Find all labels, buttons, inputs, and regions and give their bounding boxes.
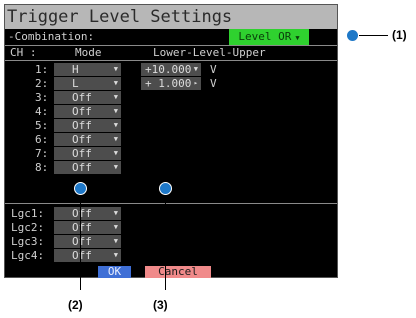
window-title: Trigger Level Settings [5, 5, 337, 29]
callout-line-3 [165, 195, 166, 290]
chevron-down-icon: ▼ [113, 251, 118, 259]
level-value: + 1.000 [145, 77, 192, 90]
unit-label: V [210, 77, 217, 90]
mode-value: Off [72, 105, 92, 118]
trigger-level-screen: Trigger Level Settings -Combination: Lev… [4, 4, 338, 278]
mode-value: Off [72, 133, 92, 146]
channel-3-mode-dropdown[interactable]: Off ▼ [54, 91, 121, 104]
channel-label: 7: [35, 147, 49, 160]
chevron-down-icon: ▼ [295, 34, 300, 42]
callout-line-2 [80, 195, 81, 290]
combination-label: -Combination: [8, 30, 95, 43]
channel-7-mode-dropdown[interactable]: Off ▼ [54, 147, 121, 160]
channel-label: 5: [35, 119, 49, 132]
logic-label: Lgc1: [11, 207, 45, 220]
header-level: Lower-Level-Upper [153, 46, 266, 59]
chevron-down-icon: ▼ [113, 223, 118, 231]
combination-dropdown[interactable]: Level OR ▼ [229, 29, 309, 45]
header-bottom-divider [5, 60, 337, 61]
channel-2-mode-dropdown[interactable]: L ▼ [54, 77, 121, 90]
channel-1-mode-dropdown[interactable]: H ▼ [54, 63, 121, 76]
channel-label: 4: [35, 105, 49, 118]
combination-value: Level OR [238, 30, 292, 43]
channel-1-level-field[interactable]: +10.000 ▼ [141, 63, 201, 76]
callout-marker-3 [159, 182, 172, 195]
header-ch: CH : [10, 46, 37, 59]
chevron-down-icon: ▼ [113, 107, 118, 115]
cancel-button[interactable]: Cancel [145, 266, 211, 278]
chevron-down-icon: ▼ [113, 135, 118, 143]
channel-label: 3: [35, 91, 49, 104]
channel-label: 8: [35, 161, 49, 174]
logic-4-dropdown[interactable]: Off ▼ [54, 249, 121, 262]
callout-marker-1 [346, 29, 359, 42]
chevron-down-icon: ▼ [113, 79, 118, 87]
callout-label-2: (2) [68, 298, 83, 312]
logic-3-dropdown[interactable]: Off ▼ [54, 235, 121, 248]
channel-8-mode-dropdown[interactable]: Off ▼ [54, 161, 121, 174]
chevron-down-icon: ▼ [113, 163, 118, 171]
chevron-down-icon: ▼ [113, 237, 118, 245]
logic-label: Lgc3: [11, 235, 45, 248]
channel-label: 1: [35, 63, 49, 76]
chevron-right-icon: ▸ [193, 79, 198, 87]
logic-1-dropdown[interactable]: Off ▼ [54, 207, 121, 220]
logic-label: Lgc2: [11, 221, 45, 234]
callout-label-1: (1) [392, 28, 407, 42]
level-value: +10.000 [145, 63, 192, 76]
chevron-down-icon: ▼ [113, 209, 118, 217]
mode-value: Off [72, 221, 92, 234]
channel-2-level-field[interactable]: + 1.000 ▸ [141, 77, 201, 90]
channel-6-mode-dropdown[interactable]: Off ▼ [54, 133, 121, 146]
mode-value: Off [72, 207, 92, 220]
mode-value: Off [72, 147, 92, 160]
callout-line-1 [359, 35, 388, 36]
mode-value: Off [72, 249, 92, 262]
mode-value: Off [72, 235, 92, 248]
chevron-down-icon: ▼ [113, 149, 118, 157]
channel-4-mode-dropdown[interactable]: Off ▼ [54, 105, 121, 118]
channel-5-mode-dropdown[interactable]: Off ▼ [54, 119, 121, 132]
mode-value: Off [72, 91, 92, 104]
callout-label-3: (3) [153, 298, 168, 312]
logic-divider [5, 203, 337, 204]
mode-value: Off [72, 161, 92, 174]
logic-label: Lgc4: [11, 249, 45, 262]
chevron-down-icon: ▼ [113, 121, 118, 129]
mode-value: L [72, 77, 79, 90]
channel-label: 6: [35, 133, 49, 146]
chevron-down-icon: ▼ [193, 65, 198, 73]
unit-label: V [210, 63, 217, 76]
header-mode: Mode [75, 46, 102, 59]
chevron-down-icon: ▼ [113, 65, 118, 73]
logic-2-dropdown[interactable]: Off ▼ [54, 221, 121, 234]
ok-button[interactable]: OK [98, 266, 131, 278]
chevron-down-icon: ▼ [113, 93, 118, 101]
callout-marker-2 [74, 182, 87, 195]
mode-value: Off [72, 119, 92, 132]
mode-value: H [72, 63, 79, 76]
channel-label: 2: [35, 77, 49, 90]
